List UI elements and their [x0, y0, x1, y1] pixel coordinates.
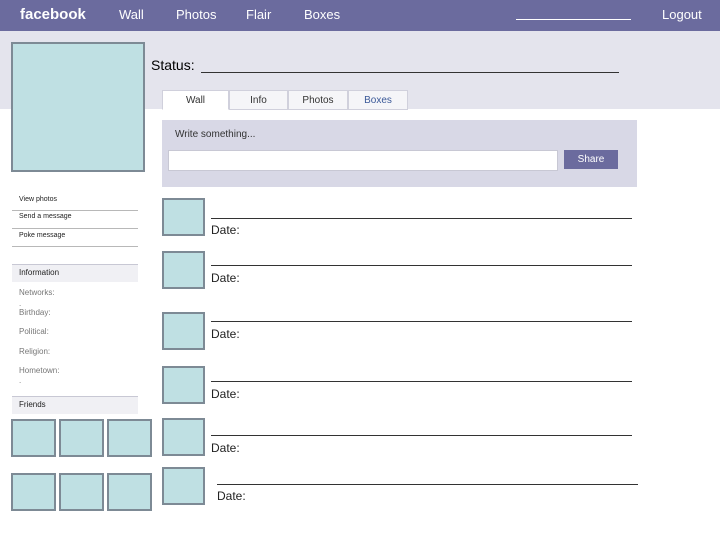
- divider: [12, 228, 138, 229]
- nav-wall[interactable]: Wall: [119, 7, 144, 22]
- post-content-line: [211, 321, 632, 322]
- poke-message-link[interactable]: Poke message: [19, 232, 65, 239]
- friend-thumbnail[interactable]: [107, 419, 152, 457]
- friend-thumbnail[interactable]: [59, 473, 104, 511]
- send-message-link[interactable]: Send a message: [19, 213, 72, 220]
- view-photos-link[interactable]: View photos: [19, 196, 57, 203]
- post-date: Date:: [217, 489, 246, 503]
- post-date: Date:: [211, 223, 240, 237]
- post-content-line: [211, 381, 632, 382]
- tab-info[interactable]: Info: [229, 90, 288, 110]
- post-date: Date:: [211, 387, 240, 401]
- networks-value: .: [19, 299, 22, 308]
- tab-photos[interactable]: Photos: [288, 90, 348, 110]
- profile-photo[interactable]: [11, 42, 145, 172]
- logout-link[interactable]: Logout: [662, 7, 702, 22]
- publisher-input[interactable]: [168, 150, 558, 171]
- post-avatar[interactable]: [162, 418, 205, 456]
- share-button[interactable]: Share: [564, 150, 618, 169]
- networks-label: Networks:: [19, 288, 55, 297]
- post-date: Date:: [211, 441, 240, 455]
- divider: [12, 210, 138, 211]
- hometown-label: Hometown:: [19, 366, 60, 375]
- tab-wall[interactable]: Wall: [162, 90, 229, 110]
- friends-heading: Friends: [19, 400, 46, 409]
- post-content-line: [211, 218, 632, 219]
- political-label: Political:: [19, 327, 49, 336]
- friend-thumbnail[interactable]: [59, 419, 104, 457]
- post-avatar[interactable]: [162, 467, 205, 505]
- brand-logo[interactable]: facebook: [20, 6, 86, 23]
- post-date: Date:: [211, 271, 240, 285]
- religion-label: Religion:: [19, 347, 51, 356]
- information-heading: Information: [19, 268, 60, 277]
- friend-thumbnail[interactable]: [107, 473, 152, 511]
- status-text-line[interactable]: [201, 72, 619, 73]
- tab-boxes[interactable]: Boxes: [348, 90, 408, 110]
- post-content-line: [211, 435, 632, 436]
- top-navigation-bar: facebook Wall Photos Flair Boxes Logout: [0, 0, 720, 31]
- search-field[interactable]: [516, 19, 631, 20]
- publisher-prompt: Write something...: [175, 129, 256, 140]
- post-avatar[interactable]: [162, 312, 205, 350]
- status-label: Status:: [151, 57, 195, 73]
- birthday-label: Birthday:: [19, 308, 51, 317]
- friend-thumbnail[interactable]: [11, 473, 56, 511]
- nav-flair[interactable]: Flair: [246, 7, 271, 22]
- nav-boxes[interactable]: Boxes: [304, 7, 340, 22]
- post-content-line: [211, 265, 632, 266]
- divider: [12, 246, 138, 247]
- post-avatar[interactable]: [162, 251, 205, 289]
- post-avatar[interactable]: [162, 366, 205, 404]
- nav-photos[interactable]: Photos: [176, 7, 216, 22]
- friend-thumbnail[interactable]: [11, 419, 56, 457]
- hometown-value: .: [19, 376, 22, 385]
- post-avatar[interactable]: [162, 198, 205, 236]
- post-date: Date:: [211, 327, 240, 341]
- post-content-line: [217, 484, 638, 485]
